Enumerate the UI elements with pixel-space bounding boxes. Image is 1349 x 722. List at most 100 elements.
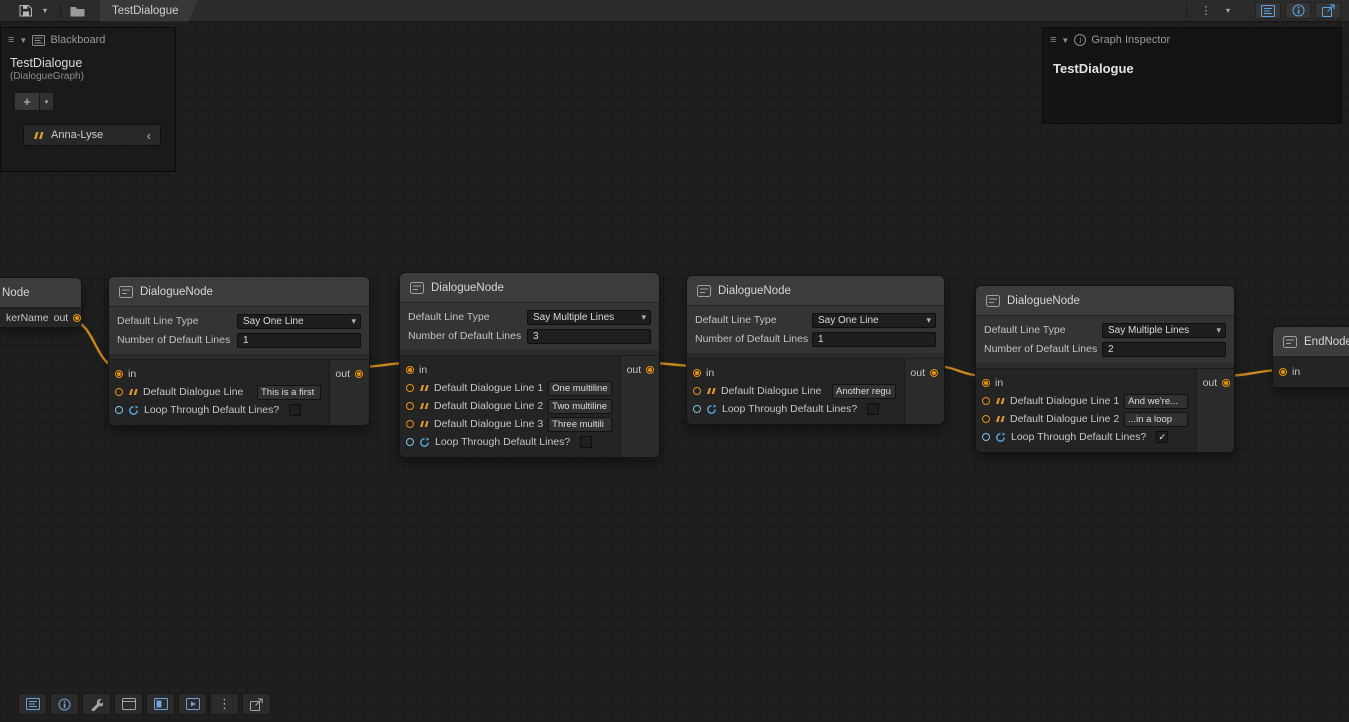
toggle-blackboard-button[interactable] (1255, 2, 1281, 19)
dialogue-node-3[interactable]: DialogueNode Default Line Type Say One L… (686, 275, 945, 425)
dialogue-line-input[interactable]: And we're... (1124, 394, 1188, 409)
dialogue-line-port[interactable] (693, 387, 701, 395)
folder-icon (70, 5, 85, 17)
line-type-dropdown[interactable]: Say One Line (812, 313, 936, 328)
line-type-dropdown[interactable]: Say Multiple Lines (1102, 323, 1226, 338)
add-property-caret[interactable]: ▾ (40, 92, 54, 111)
save-dropdown-button[interactable]: ▾ (36, 2, 54, 20)
loop-port[interactable] (693, 405, 701, 413)
dialogue-line-input[interactable]: Three multili (548, 417, 612, 432)
end-node[interactable]: EndNode in (1272, 326, 1349, 388)
node-properties: Default Line Type Say One Line Number of… (687, 306, 944, 353)
input-port[interactable] (1279, 368, 1287, 376)
bottom-toolbar: ⋮ (18, 693, 271, 715)
script-icon (697, 285, 711, 297)
input-port[interactable] (693, 369, 701, 377)
loop-checkbox[interactable] (867, 403, 879, 415)
dialogue-node-2[interactable]: DialogueNode Default Line Type Say Multi… (399, 272, 660, 458)
node-title-bar[interactable]: DialogueNode (109, 277, 369, 307)
loop-icon (706, 404, 717, 415)
node-title-bar[interactable]: DialogueNode (687, 276, 944, 306)
partial-node[interactable]: Node kerName out (0, 277, 82, 328)
open-external-button[interactable] (242, 693, 271, 715)
output-port[interactable] (1222, 379, 1230, 387)
quote-icon (419, 402, 429, 410)
more-options-caret[interactable]: ▾ (1219, 2, 1237, 20)
loop-checkbox[interactable]: ✓ (1156, 431, 1168, 443)
dialogue-line-port[interactable] (406, 420, 414, 428)
input-port[interactable] (115, 370, 123, 378)
port-row: out (335, 365, 363, 383)
dialogue-line-port[interactable] (406, 402, 414, 410)
num-lines-input[interactable]: 1 (237, 333, 361, 348)
dialogue-line-input[interactable]: Another regu (832, 384, 896, 399)
num-lines-input[interactable]: 1 (812, 332, 936, 347)
dialogue-line-input[interactable]: Two multiline (548, 399, 612, 414)
dialogue-line-port[interactable] (982, 415, 990, 423)
blackboard-toggle-button[interactable] (18, 693, 47, 715)
loop-port[interactable] (982, 433, 990, 441)
port-row: Default Dialogue Line Another regu (687, 382, 904, 400)
graph-tab[interactable]: TestDialogue (100, 0, 198, 22)
node-properties: Default Line Type Say One Line Number of… (109, 307, 369, 354)
node-title-bar[interactable]: DialogueNode (976, 286, 1234, 316)
toggle-inspector-button[interactable] (1285, 2, 1311, 19)
output-port[interactable] (646, 366, 654, 374)
dialogue-line-input[interactable]: ...in a loop (1124, 412, 1188, 427)
node-title-bar[interactable]: EndNode (1273, 327, 1349, 357)
node-properties: Default Line Type Say Multiple Lines Num… (976, 316, 1234, 363)
port-row: Loop Through Default Lines? ✓ (976, 428, 1196, 446)
loop-checkbox[interactable] (580, 436, 592, 448)
open-asset-button[interactable] (67, 2, 88, 20)
tools-button[interactable] (82, 693, 111, 715)
script-icon (986, 295, 1000, 307)
dialogue-line-port[interactable] (982, 397, 990, 405)
dialogue-line-port[interactable] (406, 384, 414, 392)
line-type-dropdown[interactable]: Say Multiple Lines (527, 310, 651, 325)
prop-row: Default Line Type Say Multiple Lines (404, 309, 655, 325)
num-lines-input[interactable]: 2 (1102, 342, 1226, 357)
add-property-button[interactable]: + (14, 92, 40, 111)
output-port[interactable] (930, 369, 938, 377)
inspector-header[interactable]: ≡ ▼ i Graph Inspector (1043, 28, 1341, 52)
dialogue-node-1[interactable]: DialogueNode Default Line Type Say One L… (108, 276, 370, 426)
property-name: Anna-Lyse (51, 129, 103, 141)
output-port[interactable] (355, 370, 363, 378)
output-port[interactable] (73, 314, 81, 322)
more-options-button[interactable]: ⋮ (1197, 2, 1215, 20)
preview-button[interactable] (178, 693, 207, 715)
dialogue-line-input[interactable]: This is a first (257, 385, 321, 400)
num-lines-input[interactable]: 3 (527, 329, 651, 344)
line-type-dropdown[interactable]: Say One Line (237, 314, 361, 329)
dialogue-line-port[interactable] (115, 388, 123, 396)
board-button[interactable] (146, 693, 175, 715)
loop-port[interactable] (115, 406, 123, 414)
play-panel-icon (186, 698, 200, 710)
node-title-bar[interactable]: Node (0, 278, 81, 308)
dialogue-node-4[interactable]: DialogueNode Default Line Type Say Multi… (975, 285, 1235, 453)
output-ports: out (904, 359, 944, 424)
port-label: in (1292, 366, 1300, 378)
loop-port[interactable] (406, 438, 414, 446)
loop-checkbox[interactable] (289, 404, 301, 416)
blackboard-property-row[interactable]: Anna-Lyse ‹ (23, 124, 161, 146)
drag-handle-icon[interactable]: ≡ (8, 34, 14, 46)
drag-handle-icon[interactable]: ≡ (1050, 34, 1056, 46)
open-external-button[interactable] (1315, 2, 1341, 19)
input-port[interactable] (406, 366, 414, 374)
dialogue-line-input[interactable]: One multiline (548, 381, 612, 396)
input-port[interactable] (982, 379, 990, 387)
chevron-left-icon[interactable]: ‹ (147, 129, 151, 142)
collapse-icon[interactable]: ▼ (1061, 36, 1069, 45)
inspector-toggle-button[interactable] (50, 693, 79, 715)
more-options-button[interactable]: ⋮ (210, 693, 239, 715)
quote-icon (706, 387, 716, 395)
window-button[interactable] (114, 693, 143, 715)
blackboard-header[interactable]: ≡ ▼ Blackboard (1, 28, 175, 52)
quote-icon (419, 384, 429, 392)
output-port-label: out (54, 312, 69, 324)
node-title-bar[interactable]: DialogueNode (400, 273, 659, 303)
collapse-icon[interactable]: ▼ (19, 36, 27, 45)
blackboard-graph-type: (DialogueGraph) (1, 70, 175, 83)
save-button[interactable] (16, 2, 36, 20)
